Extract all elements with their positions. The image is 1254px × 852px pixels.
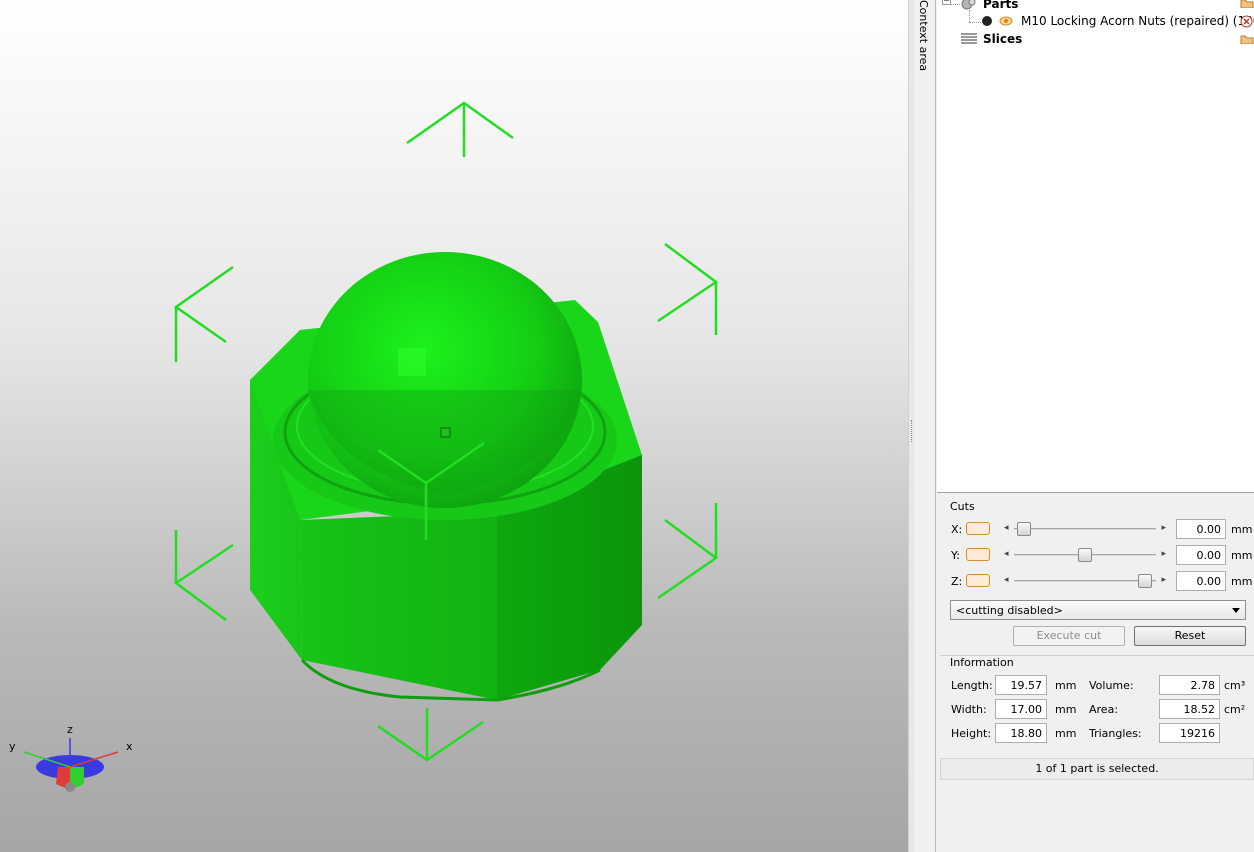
part-remove-icon[interactable] <box>1240 15 1253 28</box>
volume-value: 2.78 <box>1159 675 1220 695</box>
arrow-upper-right-handle[interactable] <box>657 242 719 335</box>
slider-track <box>1014 580 1156 582</box>
parts-icon <box>961 0 976 10</box>
height-value: 18.80 <box>995 723 1047 743</box>
slices-folder-icon[interactable] <box>1240 34 1254 44</box>
area-label: Area: <box>1089 703 1119 716</box>
part-visibility-dot-icon[interactable] <box>981 15 993 27</box>
slider-track <box>1014 528 1156 530</box>
tree-node-slices[interactable]: Slices <box>961 30 1022 48</box>
volume-unit: cm³ <box>1224 679 1246 692</box>
parts-collapse-toggle[interactable]: − <box>942 0 951 5</box>
height-unit: mm <box>1055 727 1077 740</box>
width-value: 17.00 <box>995 699 1047 719</box>
slider-right-arrow-icon[interactable]: ▸ <box>1161 574 1166 587</box>
cut-x-slider[interactable]: ◂ ▸ <box>1002 522 1168 536</box>
slices-label: Slices <box>983 32 1023 46</box>
selection-status: 1 of 1 part is selected. <box>940 758 1254 780</box>
cut-y-unit: mm <box>1231 549 1253 562</box>
cut-mode-select[interactable]: <cutting disabled> <box>950 600 1246 620</box>
cut-y-color-button[interactable] <box>966 548 990 561</box>
slider-thumb[interactable] <box>1017 522 1031 536</box>
tree-node-part[interactable]: M10 Locking Acorn Nuts (repaired) (100%) <box>981 12 1254 30</box>
cut-z-label: Z: <box>951 575 963 588</box>
length-label: Length: <box>951 679 993 692</box>
triangles-value: 19216 <box>1159 723 1220 743</box>
arrow-upper-left-handle[interactable] <box>173 265 234 362</box>
cut-y-input[interactable]: 0.00 <box>1176 545 1226 565</box>
slider-left-arrow-icon[interactable]: ◂ <box>1004 522 1009 535</box>
part-eye-icon[interactable] <box>999 15 1013 27</box>
arrow-up-handle[interactable] <box>406 101 514 157</box>
triad-label-y: y <box>9 740 16 753</box>
cut-z-slider[interactable]: ◂ ▸ <box>1002 574 1168 588</box>
cut-z-unit: mm <box>1231 575 1253 588</box>
width-label: Width: <box>951 703 987 716</box>
parts-label: Parts <box>983 0 1019 11</box>
slider-left-arrow-icon[interactable]: ◂ <box>1004 574 1009 587</box>
acorn-nut-model[interactable] <box>250 252 642 702</box>
cut-y-label: Y: <box>951 549 960 562</box>
length-value: 19.57 <box>995 675 1047 695</box>
cut-x-input[interactable]: 0.00 <box>1176 519 1226 539</box>
arrow-lower-right-handle[interactable] <box>657 503 719 600</box>
area-unit: cm² <box>1224 703 1246 716</box>
slider-right-arrow-icon[interactable]: ▸ <box>1161 522 1166 535</box>
chevron-down-icon <box>1232 608 1240 613</box>
3d-viewport[interactable]: z x y <box>0 0 908 852</box>
arrow-lower-left-handle[interactable] <box>173 530 234 622</box>
execute-cut-button[interactable]: Execute cut <box>1013 626 1125 646</box>
slider-thumb[interactable] <box>1138 574 1152 588</box>
height-label: Height: <box>951 727 992 740</box>
scene-svg <box>23 101 719 792</box>
parts-tree[interactable]: − Parts M10 Locking Acorn Nuts (repaired… <box>937 0 1254 493</box>
arrow-down-handle[interactable] <box>377 708 484 762</box>
orientation-triad[interactable] <box>23 738 119 792</box>
area-value: 18.52 <box>1159 699 1220 719</box>
slider-left-arrow-icon[interactable]: ◂ <box>1004 548 1009 561</box>
cut-x-label: X: <box>951 523 963 536</box>
information-title: Information <box>950 656 1014 669</box>
slider-right-arrow-icon[interactable]: ▸ <box>1161 548 1166 561</box>
cut-z-color-button[interactable] <box>966 574 990 587</box>
splitter-grip[interactable] <box>911 420 913 442</box>
cut-mode-value: <cutting disabled> <box>956 604 1063 617</box>
slices-icon <box>961 33 977 44</box>
length-unit: mm <box>1055 679 1077 692</box>
triad-label-z: z <box>67 723 73 736</box>
cut-y-slider[interactable]: ◂ ▸ <box>1002 548 1168 562</box>
context-area-label: Context area <box>917 0 930 72</box>
tree-line <box>969 22 981 23</box>
cut-x-unit: mm <box>1231 523 1253 536</box>
cut-x-color-button[interactable] <box>966 522 990 535</box>
tree-line <box>950 4 960 5</box>
reset-button[interactable]: Reset <box>1134 626 1246 646</box>
cut-z-input[interactable]: 0.00 <box>1176 571 1226 591</box>
slider-thumb[interactable] <box>1078 548 1092 562</box>
width-unit: mm <box>1055 703 1077 716</box>
cuts-title: Cuts <box>950 500 975 513</box>
triad-label-x: x <box>126 740 133 753</box>
triangles-label: Triangles: <box>1089 727 1142 740</box>
volume-label: Volume: <box>1089 679 1134 692</box>
parts-folder-icon[interactable] <box>1240 0 1254 8</box>
part-name: M10 Locking Acorn Nuts (repaired) (100%) <box>1021 14 1254 28</box>
context-area-tab[interactable]: Context area <box>914 0 936 852</box>
